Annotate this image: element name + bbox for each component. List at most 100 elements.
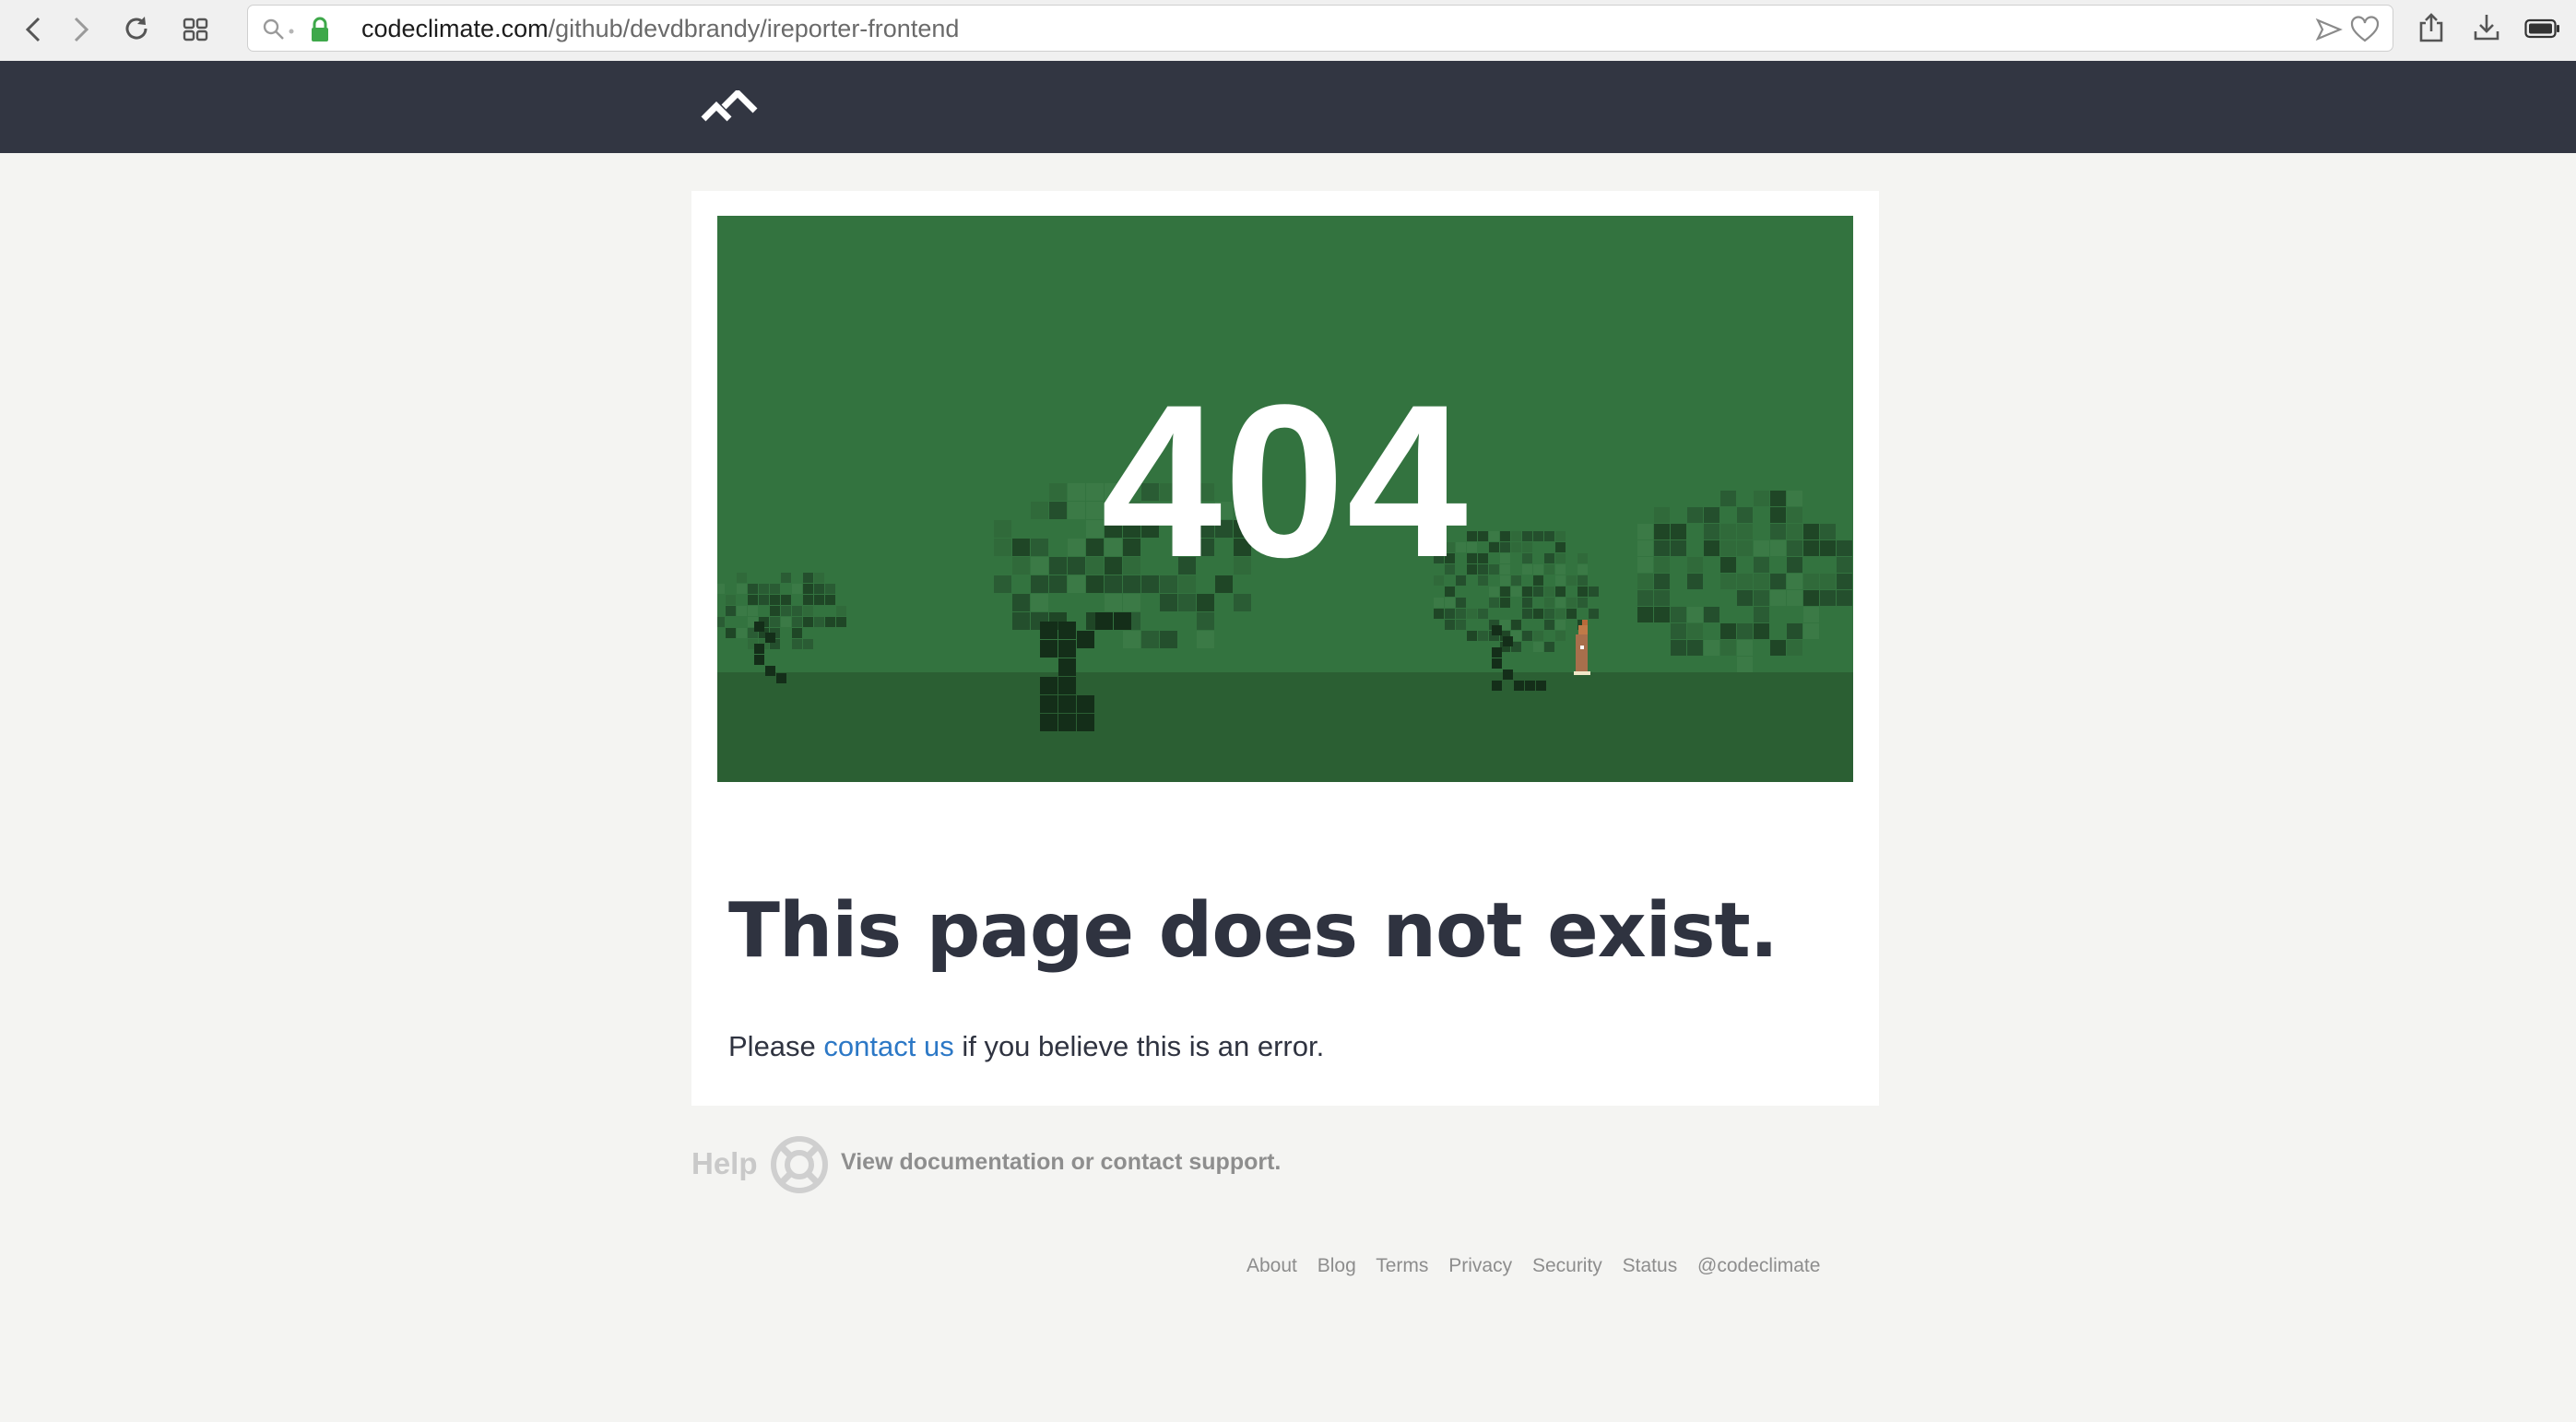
tree-pixel [1787, 590, 1802, 606]
footer-link-status[interactable]: Status [1623, 1255, 1678, 1276]
tree-trunk-pixel [1492, 658, 1502, 669]
site-header [0, 61, 2576, 153]
address-bar[interactable]: codeclimate.com/github/devdbrandy/irepor… [247, 5, 2393, 52]
tree-pixel [1031, 594, 1048, 611]
heart-icon[interactable] [2350, 16, 2380, 43]
tree-pixel [1197, 612, 1214, 630]
help-support-link[interactable]: View documentation or contact support. [841, 1149, 1281, 1176]
tree-trunk-pixel [1058, 640, 1076, 658]
share-icon[interactable] [2417, 12, 2445, 43]
footer-link-blog[interactable]: Blog [1318, 1255, 1356, 1276]
tree-pixel [1197, 631, 1214, 648]
tree-pixel [1555, 609, 1566, 619]
footer-link-privacy[interactable]: Privacy [1448, 1255, 1512, 1276]
tree-pixel [814, 617, 824, 627]
tree-pixel [836, 606, 846, 616]
tree-pixel [1820, 590, 1836, 606]
tree-pixel [1737, 657, 1753, 672]
tree-pixel [1160, 631, 1177, 648]
tree-pixel [1566, 609, 1577, 619]
forward-icon[interactable] [70, 15, 92, 44]
tree-trunk-pixel [1058, 695, 1076, 713]
tree-pixel [1787, 640, 1802, 656]
tree-trunk-pixel [1077, 695, 1094, 713]
tree-trunk-pixel [1492, 625, 1502, 635]
tree-trunk-pixel [1492, 681, 1502, 691]
tree-pixel [803, 639, 813, 649]
download-icon[interactable] [2473, 13, 2500, 42]
tree-pixel [1522, 631, 1532, 641]
pixel-forest-illustration: 404 [717, 216, 1853, 782]
tree-pixel [1754, 590, 1769, 606]
tree-trunk-pixel [1514, 681, 1524, 691]
lifebuoy-icon[interactable] [770, 1135, 829, 1194]
footer-link-security[interactable]: Security [1532, 1255, 1602, 1276]
reload-icon[interactable] [122, 14, 151, 43]
tree-pixel [759, 595, 769, 605]
tree-trunk-pixel [754, 644, 764, 654]
tree-trunk-pixel [1095, 612, 1113, 630]
tree-trunk-pixel [1114, 612, 1131, 630]
tree-pixel [781, 595, 791, 605]
tree-pixel [1478, 631, 1488, 641]
tree-trunk-pixel [754, 622, 764, 632]
tree-trunk-pixel [1058, 658, 1076, 676]
tree-pixel [726, 628, 736, 638]
tree-trunk-pixel [1058, 677, 1076, 694]
message-prefix: Please [728, 1030, 824, 1062]
error-card: 404 This page does not exist. Please con… [691, 191, 1879, 1106]
tree-pixel [1566, 598, 1577, 608]
tree-pixel [1555, 631, 1566, 641]
tree-trunk-pixel [1058, 622, 1076, 639]
tree-pixel [781, 606, 791, 616]
tree-pixel [1555, 598, 1566, 608]
footer-link-twitter[interactable]: @codeclimate [1697, 1255, 1820, 1276]
tree-pixel [1803, 623, 1819, 639]
tree-pixel [1787, 623, 1802, 639]
tree-pixel [1637, 590, 1653, 606]
tree-pixel [781, 617, 791, 627]
tree-pixel [1456, 620, 1466, 630]
tree-pixel [1544, 620, 1554, 630]
footer-link-terms[interactable]: Terms [1376, 1255, 1428, 1276]
codeclimate-logo-icon[interactable] [701, 90, 758, 124]
tree-pixel [1544, 609, 1554, 619]
url-path: /github/devdbrandy/ireporter-frontend [548, 15, 960, 42]
tree-trunk-pixel [1077, 631, 1094, 648]
tree-pixel [1555, 620, 1566, 630]
error-code: 404 [1101, 360, 1470, 603]
tree-pixel [1012, 612, 1030, 630]
tree-pixel [792, 628, 802, 638]
footer-link-about[interactable]: About [1247, 1255, 1297, 1276]
send-icon[interactable] [2315, 18, 2343, 41]
tree-pixel [1489, 598, 1499, 608]
tab-overview-icon[interactable] [183, 17, 208, 42]
tree-pixel [1141, 631, 1159, 648]
tree-pixel [1687, 607, 1703, 622]
tree-pixel [737, 606, 747, 616]
tree-pixel [836, 617, 846, 627]
back-icon[interactable] [22, 15, 44, 44]
battery-icon [2524, 18, 2559, 39]
tree-pixel [1012, 594, 1030, 611]
url-text: codeclimate.com/github/devdbrandy/irepor… [361, 6, 959, 53]
url-host: codeclimate.com [361, 15, 549, 42]
tree-pixel [770, 595, 780, 605]
tree-pixel [1533, 631, 1543, 641]
tree-pixel [1671, 607, 1686, 622]
tree-trunk-pixel [1040, 695, 1058, 713]
browser-toolbar: codeclimate.com/github/devdbrandy/irepor… [0, 0, 2576, 62]
tree-pixel [1803, 607, 1819, 622]
tree-pixel [1544, 642, 1554, 652]
tree-trunk-pixel [776, 673, 786, 683]
tree-pixel [1671, 623, 1686, 639]
lock-icon [312, 17, 328, 41]
contact-us-link[interactable]: contact us [823, 1030, 953, 1062]
tree-trunk-pixel [754, 655, 764, 665]
tree-pixel [1578, 598, 1588, 608]
tree-pixel [1467, 609, 1477, 619]
tree-pixel [1754, 623, 1769, 639]
tree-trunk-pixel [1503, 670, 1513, 680]
tree-trunk-pixel [1492, 647, 1502, 658]
tree-pixel [1704, 607, 1719, 622]
